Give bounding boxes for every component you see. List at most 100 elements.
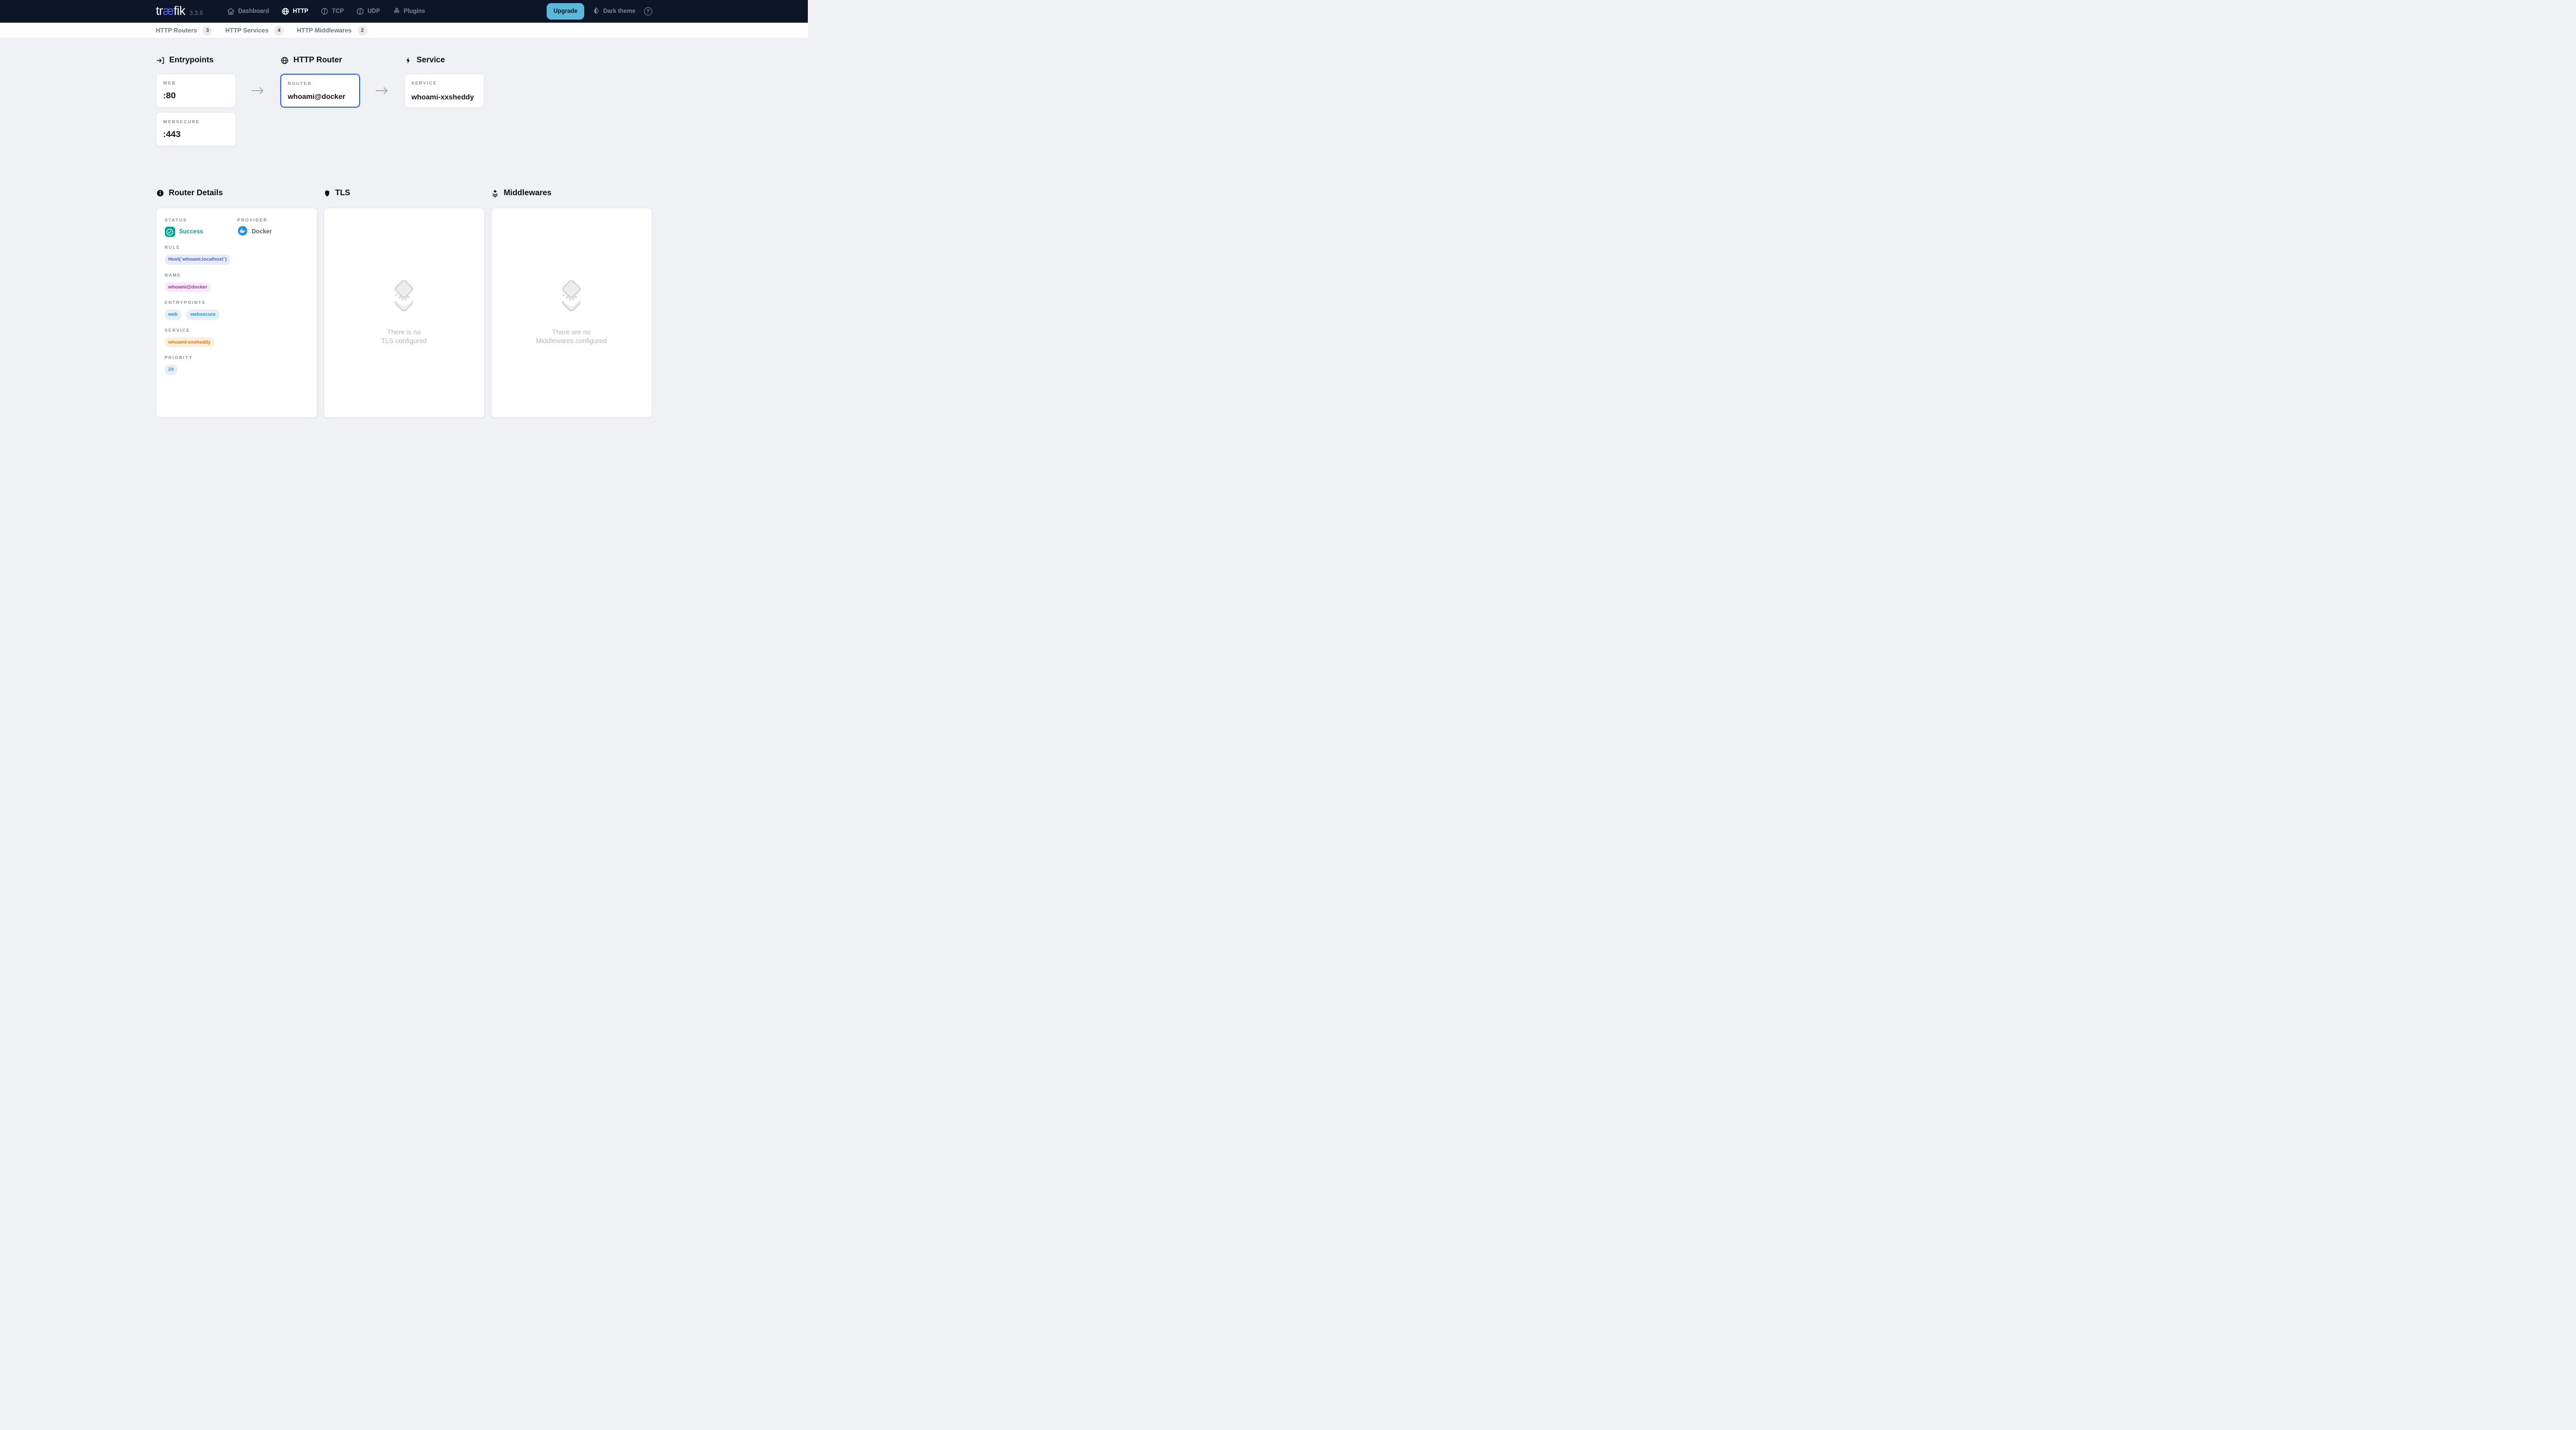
- entrypoint-card-web: WEB :80: [156, 74, 236, 108]
- empty-layers-icon: [388, 280, 419, 316]
- subnav-http-services[interactable]: HTTP Services 4: [225, 26, 284, 36]
- http-subnav: HTTP Routers 3 HTTP Services 4 HTTP Midd…: [0, 23, 808, 39]
- count-badge: 2: [358, 26, 367, 36]
- nav-item-label: Dashboard: [238, 8, 269, 14]
- flow-arrow: [236, 55, 280, 146]
- nav-item-tcp[interactable]: TCP: [320, 7, 344, 15]
- card-value: :80: [163, 91, 229, 101]
- count-badge: 3: [202, 26, 212, 36]
- subnav-label: HTTP Services: [225, 27, 268, 34]
- card-label: WEB: [163, 80, 229, 86]
- router-card[interactable]: ROUTER whoami@docker: [280, 74, 360, 108]
- entrypoints-column: Entrypoints WEB :80 WEBSECURE :443: [156, 55, 236, 146]
- nav-item-label: Plugins: [404, 8, 426, 14]
- middlewares-title: Middlewares: [491, 188, 652, 198]
- empty-state-text: There is no TLS configured: [381, 328, 427, 346]
- nav-item-dashboard[interactable]: Dashboard: [227, 7, 269, 15]
- card-label: ROUTER: [288, 81, 352, 86]
- nav-item-http[interactable]: HTTP: [281, 7, 308, 15]
- name-chip: whoami@docker: [165, 282, 211, 293]
- router-detail-page: Entrypoints WEB :80 WEBSECURE :443 HTTP …: [156, 39, 652, 418]
- entrypoint-card-websecure: WEBSECURE :443: [156, 112, 236, 146]
- count-badge: 4: [274, 26, 284, 36]
- cubes-icon: [393, 7, 401, 15]
- rule-chip: Host(`whoami.localhost`): [165, 254, 230, 265]
- middlewares-column: Middlewares There are no Middlewares con…: [491, 188, 652, 418]
- field-label: NAME: [165, 273, 309, 278]
- field-label: PRIORITY: [165, 355, 309, 360]
- router-column: HTTP Router ROUTER whoami@docker: [280, 55, 360, 146]
- rule-field: RULE Host(`whoami.localhost`): [165, 245, 309, 265]
- subnav-label: HTTP Routers: [156, 27, 197, 34]
- name-field: NAME whoami@docker: [165, 273, 309, 293]
- contrast-droplet-icon: [592, 7, 600, 16]
- bolt-icon: [404, 56, 412, 65]
- home-icon: [227, 7, 235, 15]
- nav-item-udp[interactable]: UDP: [356, 7, 380, 15]
- provider-value: Docker: [252, 229, 272, 235]
- priority-chip: 24: [165, 365, 178, 375]
- entrypoints-field: ENTRYPOINTS web websecure: [165, 300, 309, 320]
- empty-state-text: There are no Middlewares configured: [536, 328, 606, 346]
- proxy-ball-icon: [356, 7, 364, 15]
- globe-icon: [280, 56, 289, 65]
- traefik-logo[interactable]: træfik 3.3.6: [156, 4, 204, 19]
- subnav-http-routers[interactable]: HTTP Routers 3: [156, 26, 213, 36]
- info-icon: [156, 189, 164, 197]
- nav-item-plugins[interactable]: Plugins: [393, 7, 426, 15]
- router-details-panel: STATUS Success PROVIDER: [156, 208, 317, 418]
- subnav-label: HTTP Middlewares: [297, 27, 351, 34]
- top-navbar: træfik 3.3.6 Dashboard HTTP TCP: [0, 0, 808, 23]
- primary-nav: Dashboard HTTP TCP UDP: [227, 7, 425, 15]
- card-value: :443: [163, 129, 229, 140]
- service-chip: whoami-xxsheddy: [165, 337, 214, 348]
- service-column: Service SERVICE whoami-xxsheddy: [404, 55, 484, 146]
- router-details-column: Router Details STATUS Success PRO: [156, 188, 317, 418]
- upgrade-button[interactable]: Upgrade: [547, 3, 584, 20]
- card-label: WEBSECURE: [163, 119, 229, 124]
- card-value: whoami@docker: [288, 92, 352, 100]
- card-value: whoami-xxsheddy: [412, 93, 477, 101]
- layers-icon: [491, 189, 499, 198]
- docker-icon: [238, 226, 248, 239]
- http-router-title: HTTP Router: [280, 55, 360, 65]
- service-field: SERVICE whoami-xxsheddy: [165, 328, 309, 348]
- service-card: SERVICE whoami-xxsheddy: [404, 74, 484, 108]
- version-label: 3.3.6: [190, 9, 204, 16]
- success-check-icon: [165, 227, 175, 237]
- proxy-ball-icon: [320, 7, 329, 15]
- tls-column: TLS There is no TLS configured: [324, 188, 485, 418]
- field-label: RULE: [165, 245, 309, 250]
- entrypoints-title: Entrypoints: [156, 55, 236, 65]
- card-label: SERVICE: [412, 80, 477, 86]
- flow-arrow: [360, 55, 404, 146]
- nav-item-label: TCP: [332, 8, 344, 14]
- entrypoint-chip: web: [165, 310, 181, 320]
- tls-title: TLS: [324, 188, 485, 198]
- details-row: Router Details STATUS Success PRO: [156, 188, 652, 418]
- nav-item-label: HTTP: [293, 8, 308, 14]
- field-label: PROVIDER: [238, 217, 272, 223]
- globe-icon: [281, 7, 290, 15]
- shield-icon: [324, 189, 331, 198]
- provider-field: PROVIDER Docker: [238, 217, 272, 237]
- help-icon[interactable]: ?: [644, 7, 652, 15]
- status-field: STATUS Success: [165, 217, 238, 237]
- flow-diagram: Entrypoints WEB :80 WEBSECURE :443 HTTP …: [156, 55, 652, 146]
- field-label: SERVICE: [165, 328, 309, 333]
- login-arrow-icon: [156, 56, 165, 65]
- dark-theme-label: Dark theme: [603, 8, 636, 14]
- empty-layers-icon: [556, 280, 587, 316]
- field-label: STATUS: [165, 217, 238, 223]
- tls-panel: There is no TLS configured: [324, 208, 485, 418]
- entrypoint-chip: websecure: [187, 310, 219, 320]
- dark-theme-toggle[interactable]: Dark theme: [592, 7, 636, 16]
- middlewares-panel: There are no Middlewares configured: [491, 208, 652, 418]
- logo-wordmark: træfik: [156, 4, 185, 19]
- nav-item-label: UDP: [367, 8, 380, 14]
- priority-field: PRIORITY 24: [165, 355, 309, 375]
- field-label: ENTRYPOINTS: [165, 300, 309, 305]
- status-value: Success: [179, 229, 204, 235]
- subnav-http-middlewares[interactable]: HTTP Middlewares 2: [297, 26, 367, 36]
- router-details-title: Router Details: [156, 188, 317, 198]
